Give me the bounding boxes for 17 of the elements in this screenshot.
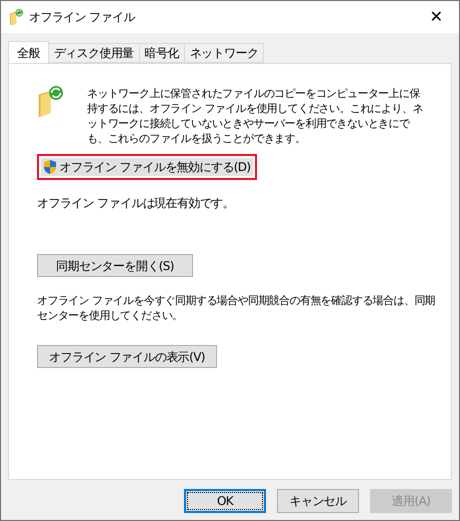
close-button[interactable]: ✕ bbox=[421, 2, 451, 32]
disable-offline-button[interactable]: オフライン ファイルを無効にする(D) bbox=[41, 158, 253, 176]
dialog-button[interactable]: OK bbox=[184, 489, 266, 513]
sync-note-text: オフライン ファイルを今すぐ同期する場合や同期競合の有無を確認する場合は、同期センターを使用してください。 bbox=[37, 293, 436, 323]
tab[interactable]: 全般 bbox=[8, 41, 49, 63]
view-offline-button[interactable]: オフライン ファイルの表示(V) bbox=[37, 345, 217, 368]
tab[interactable]: ディスク使用量 bbox=[48, 43, 140, 63]
folder-sync-icon bbox=[37, 86, 63, 118]
folder-sync-icon bbox=[9, 8, 23, 26]
dialog-button[interactable]: キャンセル bbox=[277, 489, 359, 513]
status-text: オフライン ファイルは現在有効です。 bbox=[37, 195, 236, 212]
window-title: オフライン ファイル bbox=[29, 9, 135, 26]
intro-text: ネットワーク上に保管されたファイルのコピーをコンピューター上に保持するには、オフライン ファイルを使用してください。これにより、ネットワークに接続していないときやサーバーを利用できないときにでも、これらのファイルを扱うことができます。 bbox=[87, 86, 424, 146]
tab[interactable]: ネットワーク bbox=[184, 43, 264, 63]
tab[interactable]: 暗号化 bbox=[140, 43, 185, 63]
shield-icon bbox=[43, 159, 58, 175]
sync-center-button[interactable]: 同期センターを開く(S) bbox=[37, 254, 193, 277]
